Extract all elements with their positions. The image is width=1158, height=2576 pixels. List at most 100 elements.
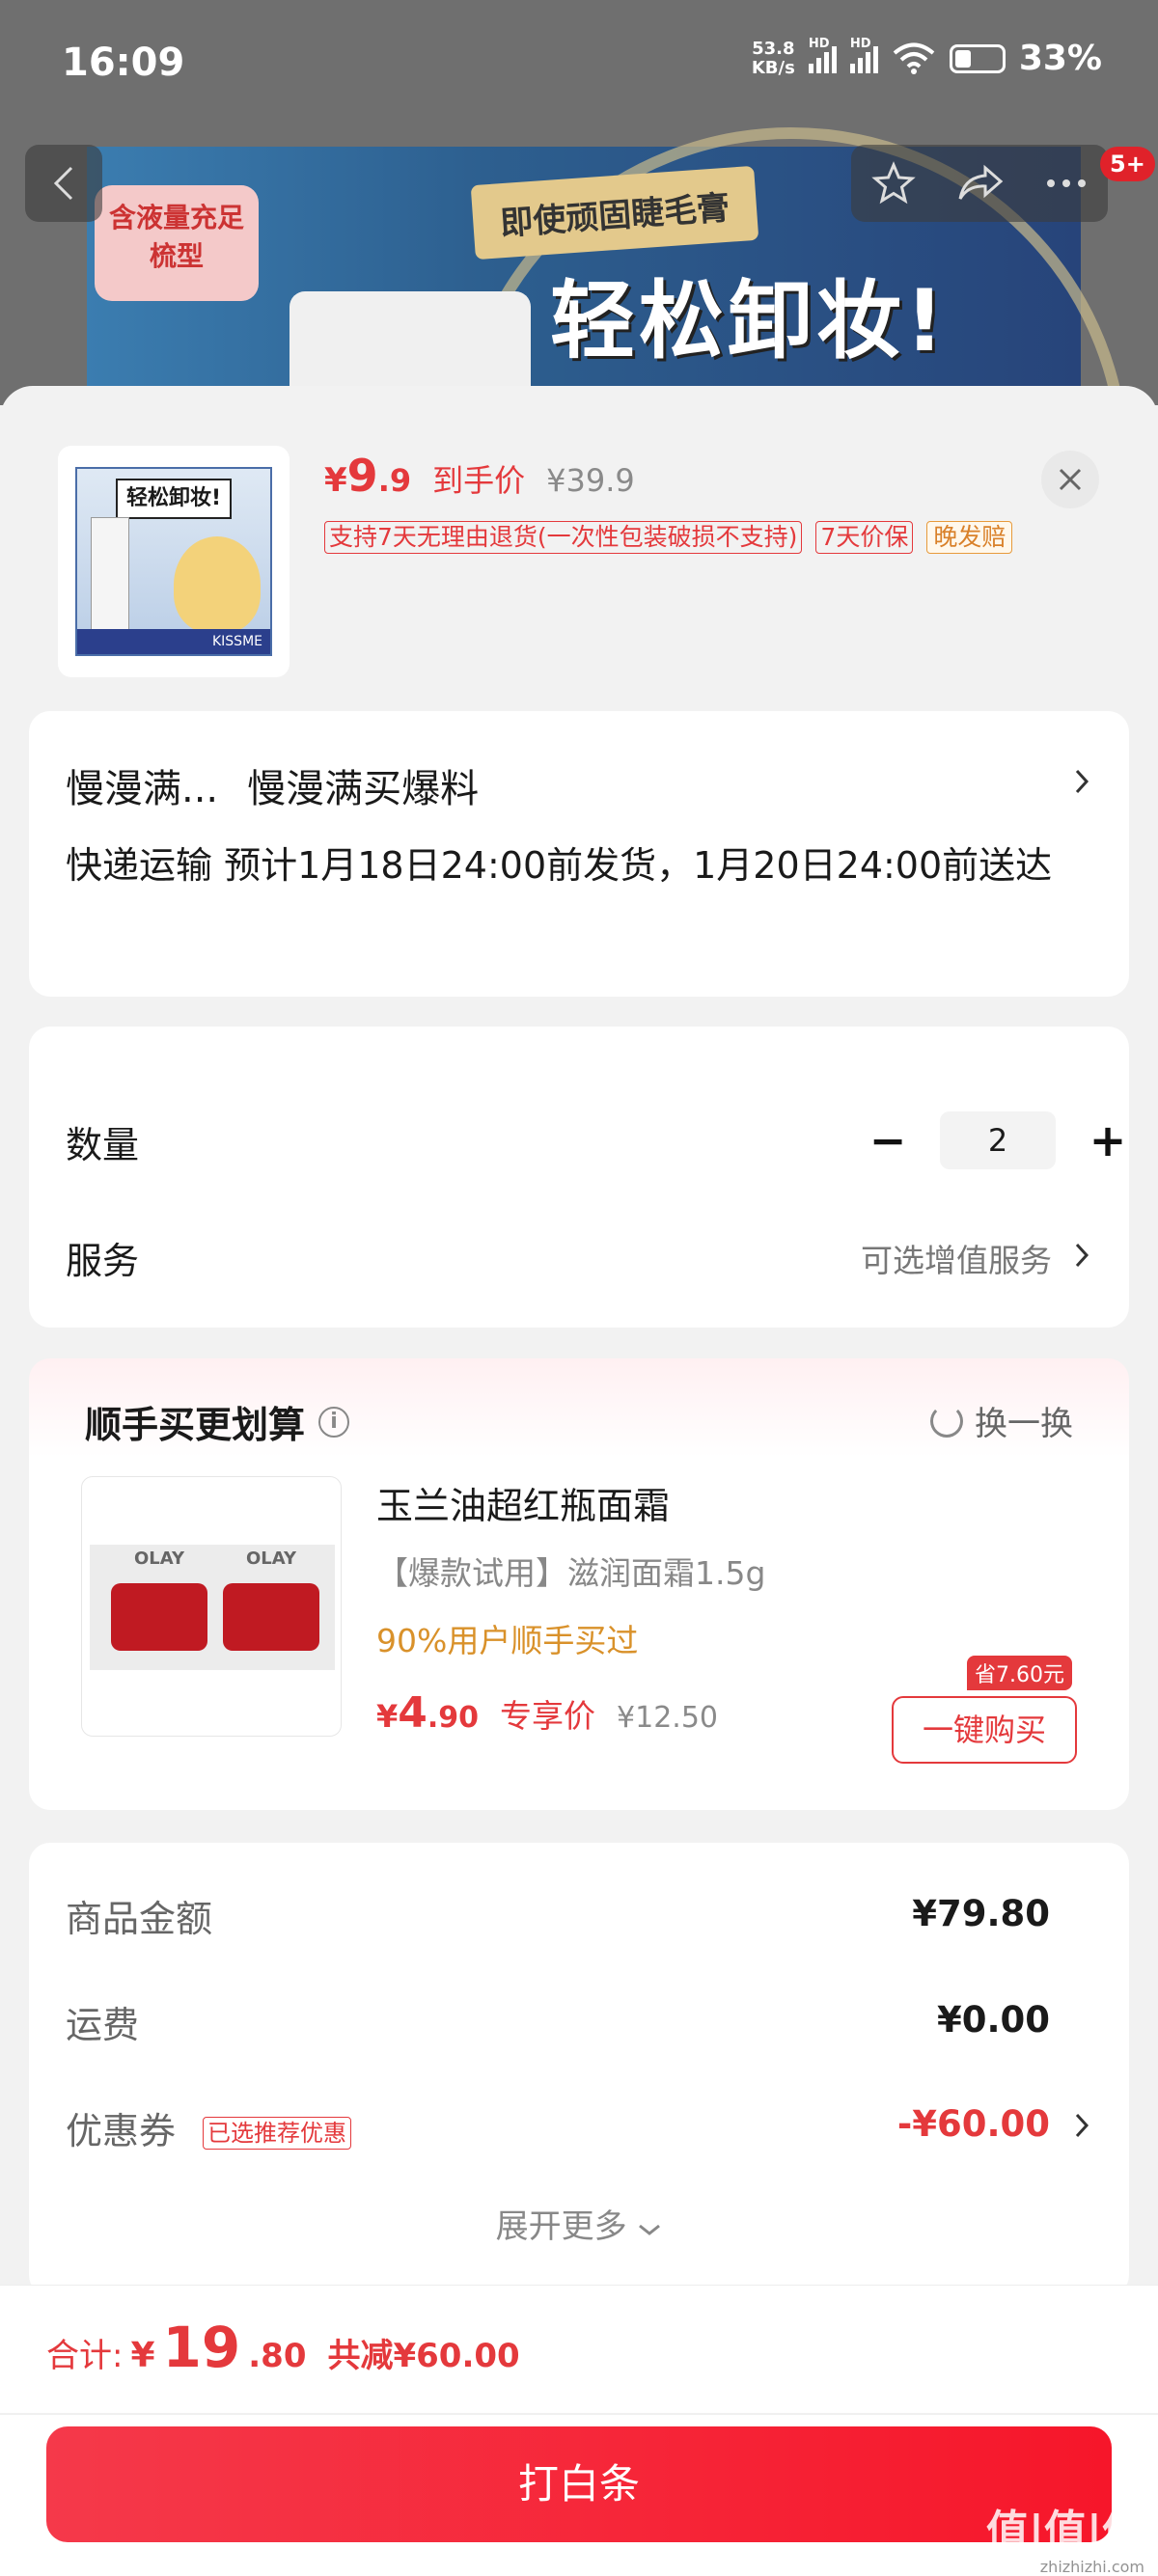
checkout-sheet: 轻松卸妆! KISSME ¥9.9 到手价 ¥39.9 支持7天无理由退货(一次… bbox=[0, 386, 1158, 2576]
status-time: 16:09 bbox=[62, 41, 185, 85]
tag-price-protection: 7天价保 bbox=[815, 521, 914, 554]
decrease-button[interactable]: − bbox=[859, 1111, 917, 1169]
coupon-value[interactable]: -¥60.00 bbox=[897, 2103, 1050, 2145]
network-speed: 53.8 KB/s bbox=[751, 38, 795, 78]
goods-amount-label: 商品金额 bbox=[66, 1898, 213, 1940]
savings-badge: 省7.60元 bbox=[967, 1656, 1072, 1690]
watermark-url: zhizhizhi.com bbox=[1039, 2558, 1144, 2576]
coupon-label[interactable]: 优惠券 bbox=[66, 2101, 176, 2154]
delivery-estimate: 快递运输 预计1月18日24:00前发货，1月20日24:00前送达 bbox=[66, 844, 1053, 887]
divider bbox=[0, 2413, 1158, 2415]
banner-tag: 含液量充足 梳型 bbox=[95, 185, 259, 301]
quantity-service-card: 数量 − 2 + 服务 可选增值服务 bbox=[29, 1027, 1129, 1328]
status-indicators: 53.8 KB/s HD HD 33% bbox=[751, 37, 1102, 79]
recommendation-title: 顺手买更划算 i bbox=[85, 1395, 350, 1448]
network-speed-value: 53.8 bbox=[752, 38, 795, 59]
tag-return-policy: 支持7天无理由退货(一次性包装破损不支持) bbox=[324, 521, 803, 554]
address-detail: 慢漫满买爆料 bbox=[247, 767, 480, 811]
recommendation-title-text: 顺手买更划算 bbox=[85, 1404, 306, 1446]
status-bar: 16:09 53.8 KB/s HD HD 33% bbox=[0, 0, 1158, 131]
site-watermark: 值|值|值 zhizhizhi.com bbox=[986, 2496, 1144, 2576]
total-symbol: ¥ bbox=[130, 2336, 155, 2375]
star-icon[interactable] bbox=[871, 161, 916, 206]
notification-badge: 5+ bbox=[1100, 147, 1155, 181]
swap-button[interactable]: 换一换 bbox=[930, 1397, 1073, 1444]
recommendation-price: ¥4.90 bbox=[376, 1688, 479, 1738]
quantity-value[interactable]: 2 bbox=[940, 1111, 1056, 1169]
exclusive-price-label: 专享价 bbox=[500, 1697, 596, 1735]
top-actions-group bbox=[851, 145, 1108, 222]
product-tags: 支持7天无理由退货(一次性包装破损不支持) 7天价保 晚发赔 bbox=[324, 521, 1013, 554]
share-icon[interactable] bbox=[956, 164, 1005, 203]
product-illustration bbox=[174, 536, 261, 633]
quantity-stepper: − 2 + bbox=[859, 1111, 1137, 1169]
price-symbol: ¥ bbox=[376, 1698, 399, 1735]
chevron-right-icon[interactable] bbox=[1073, 2111, 1090, 2140]
signal-icon-2: HD bbox=[849, 37, 878, 73]
watermark-logo-text: 值|值|值 bbox=[985, 2507, 1144, 2556]
one-click-buy-button[interactable]: 一键购买 bbox=[892, 1696, 1077, 1764]
cream-jar bbox=[223, 1548, 319, 1651]
signal-icon: HD bbox=[808, 37, 837, 73]
pay-with-baitiao-button[interactable]: 打白条 bbox=[46, 2426, 1112, 2542]
price-decimal: .90 bbox=[427, 1701, 480, 1735]
recommendation-social-proof: 90%用户顺手买过 bbox=[376, 1622, 639, 1659]
close-icon bbox=[1059, 468, 1082, 491]
info-icon[interactable]: i bbox=[318, 1406, 350, 1438]
delivery-address: 慢漫满... 慢漫满买爆料 bbox=[66, 757, 479, 813]
refresh-icon bbox=[930, 1404, 963, 1438]
recommendation-price-row: ¥4.90 专享价 ¥12.50 bbox=[376, 1688, 718, 1738]
shipping-value: ¥0.00 bbox=[936, 1999, 1050, 2041]
product-price-row: ¥9.9 到手价 ¥39.9 bbox=[324, 450, 635, 502]
chevron-left-icon bbox=[53, 166, 73, 201]
more-icon[interactable] bbox=[1045, 178, 1088, 189]
banner-tag-line2: 梳型 bbox=[149, 240, 204, 272]
price-symbol: ¥ bbox=[324, 461, 347, 500]
close-button[interactable] bbox=[1041, 451, 1099, 508]
product-header: 轻松卸妆! KISSME ¥9.9 到手价 ¥39.9 支持7天无理由退货(一次… bbox=[0, 386, 1158, 704]
recommendation-name[interactable]: 玉兰油超红瓶面霜 bbox=[376, 1476, 670, 1529]
total-integer: 19 bbox=[162, 2315, 241, 2380]
back-button[interactable] bbox=[25, 145, 102, 222]
product-thumbnail[interactable]: 轻松卸妆! KISSME bbox=[58, 446, 290, 677]
price-decimal: .9 bbox=[377, 462, 412, 499]
address-name: 慢漫满... bbox=[66, 767, 219, 811]
price-summary-card: 商品金额 ¥79.80 运费 ¥0.00 优惠券 已选推荐优惠 -¥60.00 … bbox=[29, 1843, 1129, 2296]
product-box-image: 轻松卸妆! KISSME bbox=[75, 467, 272, 656]
total-discount: 共减¥60.00 bbox=[327, 2337, 520, 2375]
increase-button[interactable]: + bbox=[1079, 1111, 1137, 1169]
wifi-icon bbox=[893, 42, 935, 74]
expand-more-button[interactable]: 展开更多 bbox=[29, 2200, 1129, 2247]
service-option-link[interactable]: 可选增值服务 bbox=[861, 1235, 1052, 1281]
quantity-label: 数量 bbox=[66, 1124, 140, 1166]
battery-percent: 33% bbox=[1018, 39, 1102, 78]
product-price: ¥9.9 bbox=[324, 450, 411, 502]
order-total: 合计: ¥19.80 共减¥60.00 bbox=[46, 2315, 520, 2380]
recommendation-spec: 【爆款试用】滋润面霜1.5g bbox=[376, 1554, 766, 1592]
price-integer: 9 bbox=[346, 450, 378, 502]
hd-label-2: HD bbox=[849, 36, 871, 51]
price-integer: 4 bbox=[398, 1688, 427, 1738]
chevron-down-icon bbox=[639, 2224, 661, 2235]
product-box-title: 轻松卸妆! bbox=[116, 479, 232, 519]
chevron-right-icon bbox=[1075, 769, 1089, 794]
price-label: 到手价 bbox=[432, 462, 526, 499]
banner-tag-line1: 含液量充足 bbox=[108, 202, 244, 233]
shipping-label: 运费 bbox=[66, 2004, 140, 2046]
checkout-bar: 合计: ¥19.80 共减¥60.00 打白条 值|值|值 zhizhizhi.… bbox=[0, 2285, 1158, 2576]
battery-icon bbox=[949, 43, 1006, 73]
tag-late-compensation: 晚发赔 bbox=[926, 521, 1013, 554]
banner-headline: 轻松卸妆! bbox=[550, 271, 949, 370]
recommendation-old-price: ¥12.50 bbox=[617, 1701, 719, 1735]
delivery-card[interactable]: 慢漫满... 慢漫满买爆料 快递运输 预计1月18日24:00前发货，1月20日… bbox=[29, 711, 1129, 997]
service-label: 服务 bbox=[66, 1240, 140, 1282]
network-speed-unit: KB/s bbox=[751, 57, 795, 78]
cream-jar bbox=[111, 1548, 207, 1651]
chevron-right-icon[interactable] bbox=[1073, 1241, 1090, 1270]
total-decimal: .80 bbox=[248, 2337, 307, 2375]
total-label: 合计: bbox=[46, 2337, 124, 2375]
hd-label: HD bbox=[808, 36, 830, 51]
coupon-recommended-tag: 已选推荐优惠 bbox=[203, 2117, 351, 2150]
expand-more-label: 展开更多 bbox=[495, 2207, 627, 2246]
recommendation-image[interactable] bbox=[81, 1476, 342, 1737]
